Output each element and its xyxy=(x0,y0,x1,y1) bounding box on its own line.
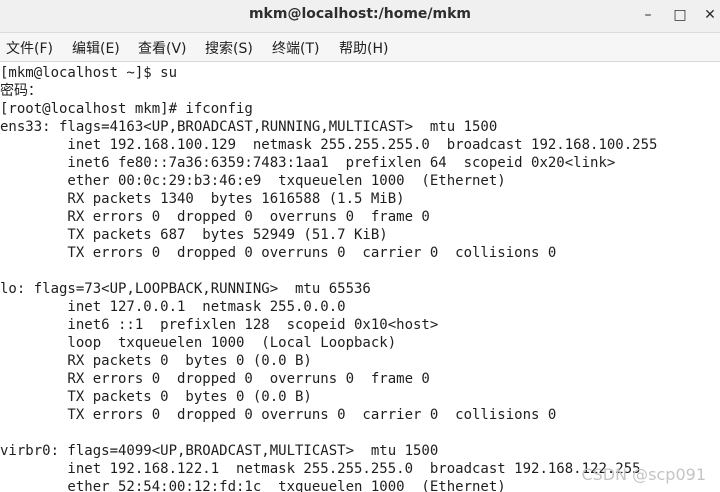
terminal-line: TX packets 0 bytes 0 (0.0 B) xyxy=(0,389,312,405)
watermark: CSDN @scp091 xyxy=(581,465,706,484)
menu-file[interactable]: 文件(F) xyxy=(6,38,53,58)
menu-terminal[interactable]: 终端(T) xyxy=(272,38,319,58)
terminal-line: RX packets 1340 bytes 1616588 (1.5 MiB) xyxy=(0,191,405,207)
window-title: mkm@localhost:/home/mkm xyxy=(248,6,472,22)
terminal-line: lo: flags=73<UP,LOOPBACK,RUNNING> mtu 65… xyxy=(0,281,371,297)
terminal-line: [root@localhost mkm]# ifconfig xyxy=(0,101,253,117)
menu-search[interactable]: 搜索(S) xyxy=(205,38,253,58)
terminal-line: RX errors 0 dropped 0 overruns 0 frame 0 xyxy=(0,209,430,225)
menu-edit[interactable]: 编辑(E) xyxy=(72,38,120,58)
terminal-line: TX errors 0 dropped 0 overruns 0 carrier… xyxy=(0,407,557,423)
menu-view[interactable]: 查看(V) xyxy=(138,38,187,58)
terminal-line: RX errors 0 dropped 0 overruns 0 frame 0 xyxy=(0,371,430,387)
terminal-line: ens33: flags=4163<UP,BROADCAST,RUNNING,M… xyxy=(0,119,498,135)
maximize-icon[interactable]: □ xyxy=(668,4,692,26)
terminal-text: [mkm@localhost ~]$ su 密码： [root@localhost … xyxy=(0,64,657,492)
terminal-line: [mkm@localhost ~]$ su xyxy=(0,65,178,81)
window-titlebar[interactable]: mkm@localhost:/home/mkm – □ ✕ xyxy=(0,0,720,33)
terminal-line: ether 00:0c:29:b3:46:e9 txqueuelen 1000 … xyxy=(0,173,506,189)
terminal-line: inet 192.168.122.1 netmask 255.255.255.0… xyxy=(0,461,641,477)
terminal-line: ether 52:54:00:12:fd:1c txqueuelen 1000 … xyxy=(0,479,506,492)
terminal-line: TX errors 0 dropped 0 overruns 0 carrier… xyxy=(0,245,557,261)
terminal-line: virbr0: flags=4099<UP,BROADCAST,MULTICAS… xyxy=(0,443,439,459)
terminal-line: 密码： xyxy=(0,83,42,99)
close-icon[interactable]: ✕ xyxy=(698,4,720,26)
terminal-output[interactable]: [mkm@localhost ~]$ su 密码： [root@localhost … xyxy=(0,62,720,492)
minimize-icon[interactable]: – xyxy=(636,4,660,26)
terminal-line: RX packets 0 bytes 0 (0.0 B) xyxy=(0,353,312,369)
terminal-line: inet6 fe80::7a36:6359:7483:1aa1 prefixle… xyxy=(0,155,616,171)
terminal-line: inet 192.168.100.129 netmask 255.255.255… xyxy=(0,137,658,153)
menu-bar: 文件(F) 编辑(E) 查看(V) 搜索(S) 终端(T) 帮助(H) xyxy=(0,33,720,62)
terminal-line: loop txqueuelen 1000 (Local Loopback) xyxy=(0,335,397,351)
terminal-line: inet 127.0.0.1 netmask 255.0.0.0 xyxy=(0,299,346,315)
terminal-line: TX packets 687 bytes 52949 (51.7 KiB) xyxy=(0,227,388,243)
menu-help[interactable]: 帮助(H) xyxy=(339,38,388,58)
terminal-line: inet6 ::1 prefixlen 128 scopeid 0x10<hos… xyxy=(0,317,439,333)
